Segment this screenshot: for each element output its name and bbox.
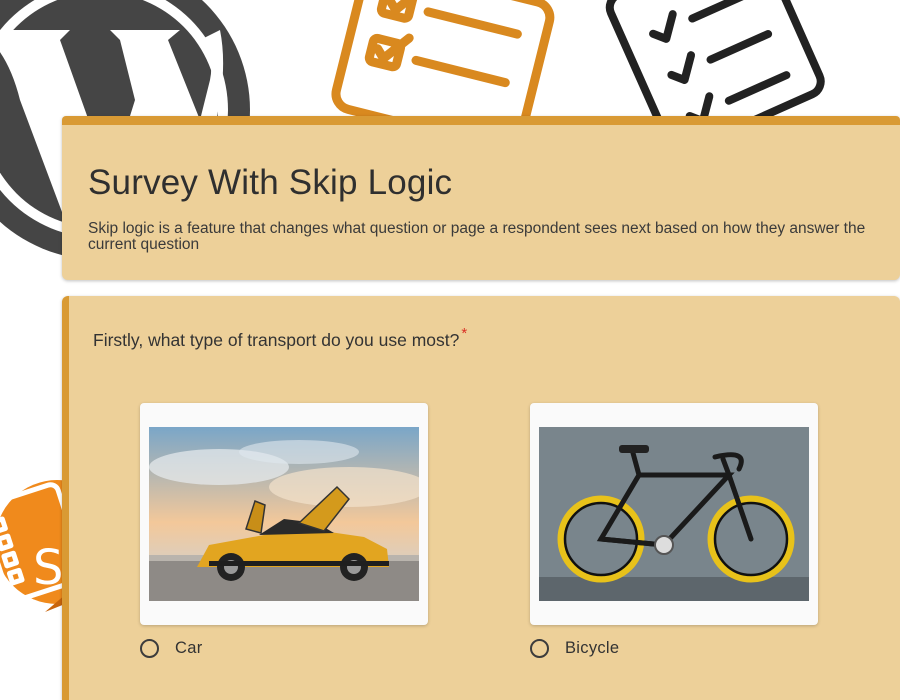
survey-header-card: Survey With Skip Logic Skip logic is a f… [62,116,900,280]
bicycle-image [539,427,809,601]
radio-unchecked-icon[interactable] [140,639,159,658]
question-text: Firstly, what type of transport do you u… [93,325,467,351]
survey-description: Skip logic is a feature that changes wha… [88,220,866,253]
option-bicycle[interactable]: Bicycle [530,639,619,658]
radio-unchecked-icon[interactable] [530,639,549,658]
svg-text:S: S [33,540,63,596]
option-card-car[interactable] [140,403,428,625]
option-card-bicycle[interactable] [530,403,818,625]
question-card: Firstly, what type of transport do you u… [62,296,900,700]
option-label-car: Car [175,639,203,657]
option-label-bicycle: Bicycle [565,639,620,657]
survey-title: Survey With Skip Logic [88,163,453,202]
required-asterisk: * [461,325,468,342]
question-label: Firstly, what type of transport do you u… [93,330,460,350]
clipboard-checklist-icon [605,0,825,130]
option-car[interactable]: Car [140,639,203,658]
car-image [149,427,419,601]
